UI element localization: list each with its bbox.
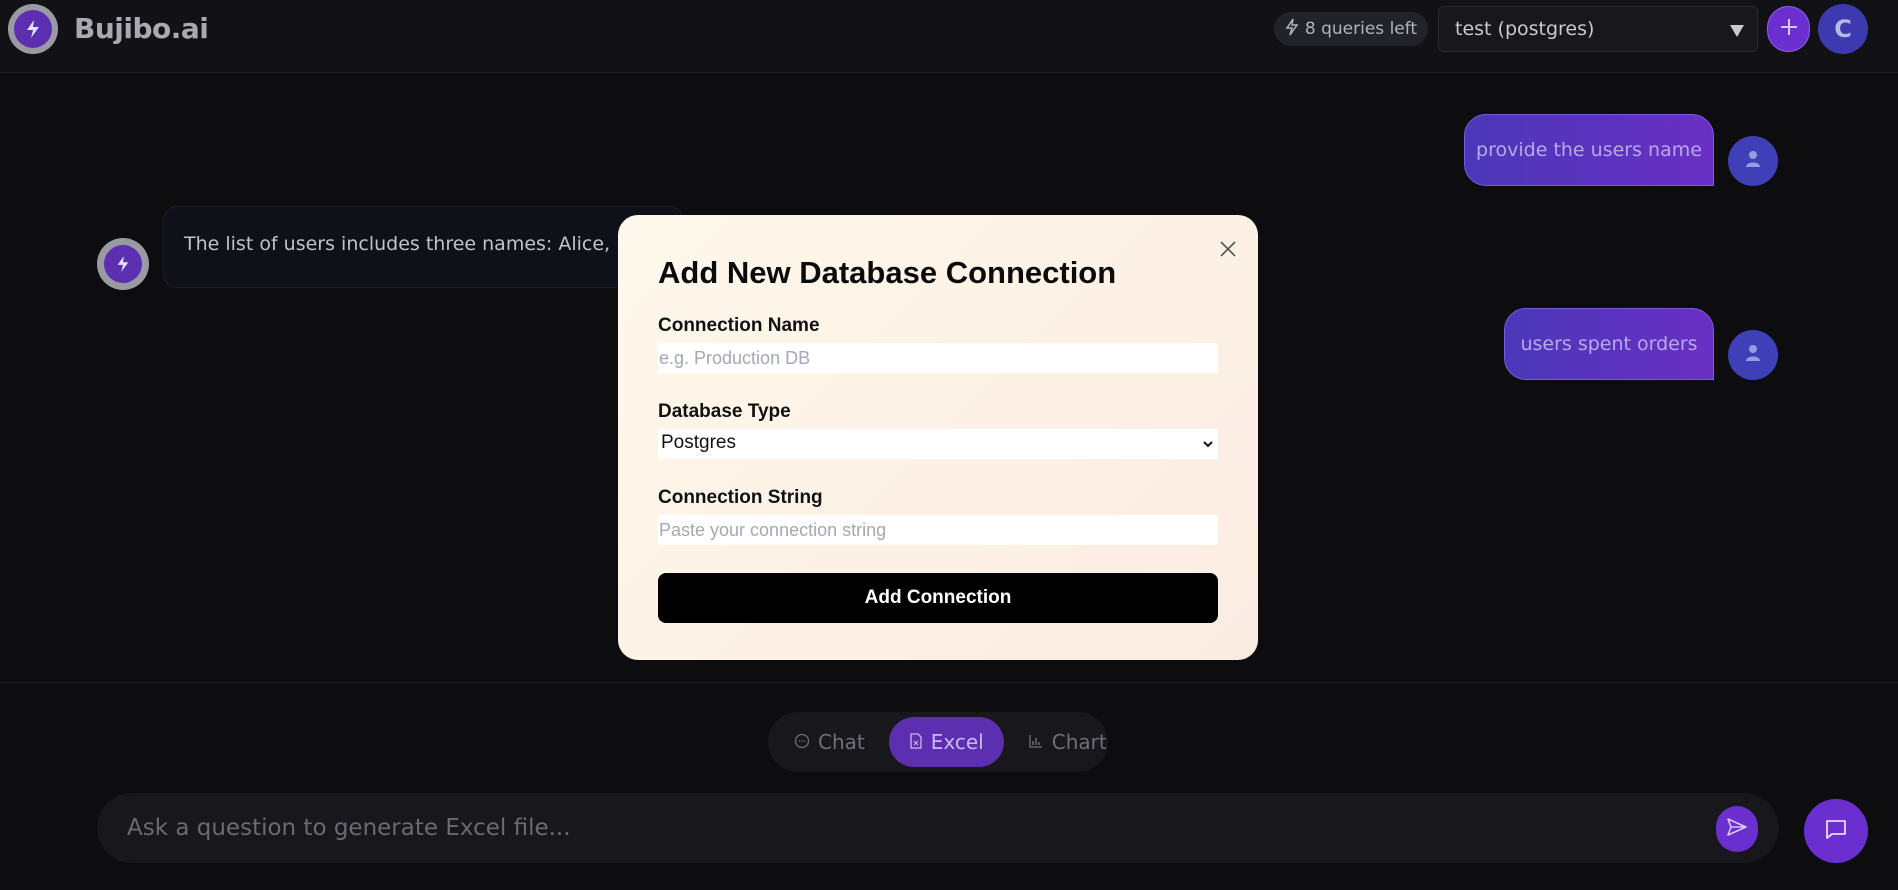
connection-name-label: Connection Name [658,315,820,336]
modal-title: Add New Database Connection [658,255,1117,290]
close-icon[interactable] [1216,237,1240,261]
chevron-down-icon [1202,434,1214,456]
database-type-value: Postgres [661,432,736,453]
add-connection-submit-button[interactable]: Add Connection [658,573,1218,623]
connection-name-input[interactable] [658,343,1218,373]
database-type-select[interactable]: Postgres [658,429,1218,459]
database-type-label: Database Type [658,401,791,422]
connection-string-input[interactable] [658,515,1218,545]
connection-string-label: Connection String [658,487,823,508]
app-root: Bujibo.ai 8 queries left test (postgres)… [0,0,1898,890]
add-connection-modal: Add New Database Connection Connection N… [618,215,1258,660]
